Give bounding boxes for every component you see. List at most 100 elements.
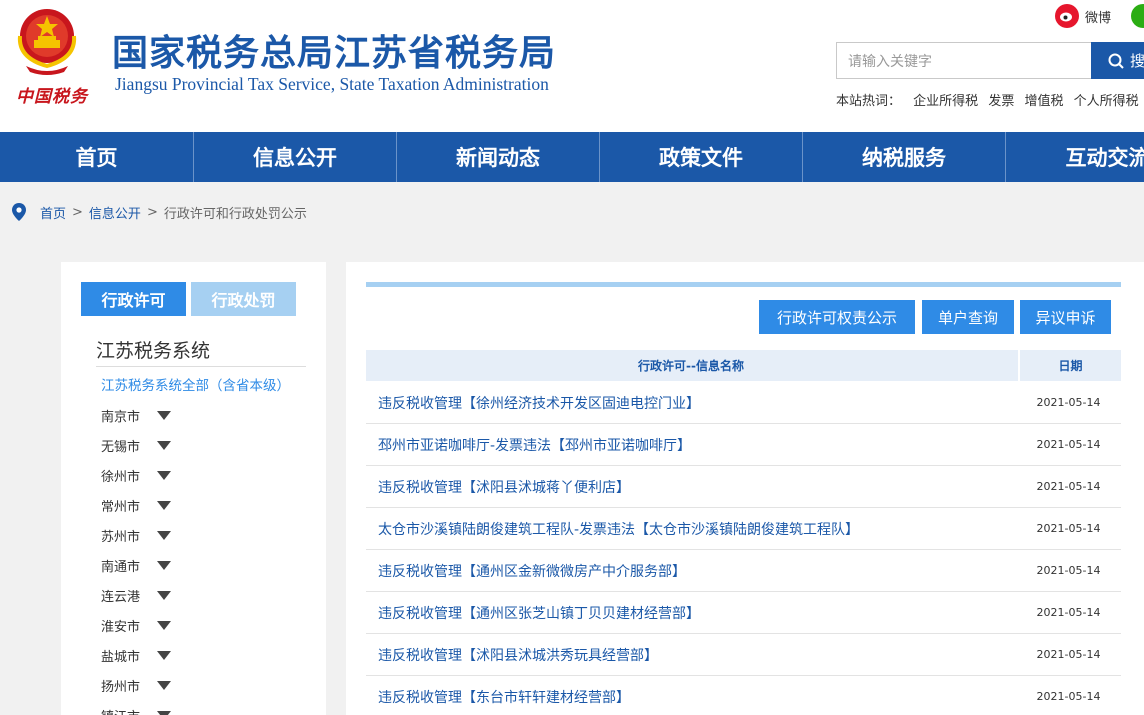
nav-item-info-disclosure[interactable]: 信息公开 xyxy=(194,132,397,182)
record-title-link[interactable]: 违反税收管理【通州区金新微微房产中介服务部】 xyxy=(366,561,1016,581)
breadcrumb-separator: > xyxy=(72,204,83,220)
hot-word-link[interactable]: 个人所得税 xyxy=(1074,94,1139,109)
city-name: 淮安市 xyxy=(101,619,141,635)
city-list: 南京市 无锡市 徐州市 常州市 苏州市 南通市 连云港 淮安市 盐城市 扬州市 … xyxy=(101,400,171,715)
city-item-wuxi[interactable]: 无锡市 xyxy=(101,430,171,460)
location-pin-icon xyxy=(12,203,26,221)
tab-admin-penalty[interactable]: 行政处罚 xyxy=(191,282,296,316)
city-name: 南通市 xyxy=(101,559,141,575)
column-header-name: 行政许可--信息名称 xyxy=(638,359,744,373)
city-name: 盐城市 xyxy=(101,649,141,665)
nav-item-policy[interactable]: 政策文件 xyxy=(600,132,803,182)
weibo-icon xyxy=(1055,4,1079,28)
tab-admin-license[interactable]: 行政许可 xyxy=(81,282,186,316)
record-list: 违反税收管理【徐州经济技术开发区固迪电控门业】 2021-05-14 邳州市亚诺咖… xyxy=(366,382,1121,715)
caret-down-icon[interactable] xyxy=(157,680,171,690)
caret-down-icon[interactable] xyxy=(157,620,171,630)
breadcrumb-separator: > xyxy=(146,204,158,220)
record-date: 2021-05-14 xyxy=(1036,564,1101,577)
record-date: 2021-05-14 xyxy=(1036,480,1101,493)
city-name: 徐州市 xyxy=(101,469,141,485)
table-row: 违反税收管理【沭阳县沭城洪秀玩具经营部】 2021-05-14 xyxy=(366,634,1121,676)
record-title-link[interactable]: 违反税收管理【东台市轩轩建材经营部】 xyxy=(366,687,1016,707)
record-title-link[interactable]: 违反税收管理【徐州经济技术开发区固迪电控门业】 xyxy=(366,393,1016,413)
hot-word-link[interactable]: 发票 xyxy=(988,94,1014,109)
section-title: 江苏税务系统 xyxy=(96,340,211,362)
hot-word-link[interactable]: 企业所得税 xyxy=(913,94,978,109)
caret-down-icon[interactable] xyxy=(157,500,171,510)
main-content: 行政许可权责公示 单户查询 异议申诉 行政许可--信息名称 日期 违反税收管理【… xyxy=(346,262,1144,715)
site-header: 中国税务 国家税务总局江苏省税务局 Jiangsu Provincial Tax… xyxy=(0,0,1144,132)
city-item-zhenjiang[interactable]: 镇江市 xyxy=(101,700,171,715)
city-item-xuzhou[interactable]: 徐州市 xyxy=(101,460,171,490)
city-name: 常州市 xyxy=(101,499,141,515)
national-emblem-icon xyxy=(17,9,77,75)
license-duties-button[interactable]: 行政许可权责公示 xyxy=(759,300,915,334)
caret-down-icon[interactable] xyxy=(157,470,171,480)
city-item-nantong[interactable]: 南通市 xyxy=(101,550,171,580)
caret-down-icon[interactable] xyxy=(157,650,171,660)
site-title: 国家税务总局江苏省税务局 xyxy=(112,33,557,74)
caret-down-icon[interactable] xyxy=(157,410,171,420)
brand-script-logo: 中国税务 xyxy=(16,87,88,107)
main-nav: 首页 信息公开 新闻动态 政策文件 纳税服务 互动交流 xyxy=(0,132,1144,182)
weibo-link[interactable]: 微博 xyxy=(1055,4,1111,28)
objection-appeal-button[interactable]: 异议申诉 xyxy=(1020,300,1111,334)
city-item-lianyungang[interactable]: 连云港 xyxy=(101,580,171,610)
city-item-nanjing[interactable]: 南京市 xyxy=(101,400,171,430)
city-name: 扬州市 xyxy=(101,679,141,695)
column-header-date: 日期 xyxy=(1018,350,1121,381)
city-name: 无锡市 xyxy=(101,439,141,455)
hot-words-label: 本站热词： xyxy=(836,94,902,109)
section-divider xyxy=(96,366,306,367)
table-row: 违反税收管理【通州区金新微微房产中介服务部】 2021-05-14 xyxy=(366,550,1121,592)
caret-down-icon[interactable] xyxy=(157,590,171,600)
city-item-yancheng[interactable]: 盐城市 xyxy=(101,640,171,670)
nav-item-interaction[interactable]: 互动交流 xyxy=(1006,132,1144,182)
table-row: 太仓市沙溪镇陆朗俊建筑工程队-发票违法【太仓市沙溪镇陆朗俊建筑工程队】 2021-… xyxy=(366,508,1121,550)
search-input[interactable] xyxy=(836,42,1092,79)
weibo-label: 微博 xyxy=(1085,10,1112,26)
all-system-link[interactable]: 江苏税务系统全部（含省本级） xyxy=(101,374,290,394)
city-item-changzhou[interactable]: 常州市 xyxy=(101,490,171,520)
single-query-button[interactable]: 单户查询 xyxy=(922,300,1014,334)
city-item-huaian[interactable]: 淮安市 xyxy=(101,610,171,640)
record-title-link[interactable]: 违反税收管理【沭阳县沭城蒋丫便利店】 xyxy=(366,477,1016,497)
city-name: 镇江市 xyxy=(101,706,157,715)
search-icon xyxy=(1108,53,1124,69)
record-date: 2021-05-14 xyxy=(1036,690,1101,703)
nav-item-home[interactable]: 首页 xyxy=(0,132,194,182)
record-date: 2021-05-14 xyxy=(1036,648,1101,661)
table-header: 行政许可--信息名称 日期 xyxy=(366,350,1121,381)
city-name: 苏州市 xyxy=(101,529,141,545)
table-row: 违反税收管理【沭阳县沭城蒋丫便利店】 2021-05-14 xyxy=(366,466,1121,508)
city-item-suzhou[interactable]: 苏州市 xyxy=(101,520,171,550)
breadcrumb: 首页 > 信息公开 > 行政许可和行政处罚公示 xyxy=(0,182,1144,242)
nav-item-news[interactable]: 新闻动态 xyxy=(397,132,600,182)
search-button-label: 搜 xyxy=(1130,52,1144,70)
record-date: 2021-05-14 xyxy=(1036,438,1101,451)
wechat-icon[interactable] xyxy=(1131,4,1144,28)
city-name: 南京市 xyxy=(101,409,141,425)
table-row: 邳州市亚诺咖啡厅-发票违法【邳州市亚诺咖啡厅】 2021-05-14 xyxy=(366,424,1121,466)
table-row: 违反税收管理【徐州经济技术开发区固迪电控门业】 2021-05-14 xyxy=(366,382,1121,424)
record-date: 2021-05-14 xyxy=(1036,606,1101,619)
caret-down-icon[interactable] xyxy=(157,440,171,450)
table-row: 违反税收管理【东台市轩轩建材经营部】 2021-05-14 xyxy=(366,676,1121,715)
breadcrumb-current: 行政许可和行政处罚公示 xyxy=(163,206,307,222)
city-item-yangzhou[interactable]: 扬州市 xyxy=(101,670,171,700)
breadcrumb-info-link[interactable]: 信息公开 xyxy=(89,203,141,222)
caret-down-icon[interactable] xyxy=(157,560,171,570)
record-title-link[interactable]: 违反税收管理【通州区张芝山镇丁贝贝建材经营部】 xyxy=(366,603,1016,623)
breadcrumb-home-link[interactable]: 首页 xyxy=(40,203,66,222)
caret-down-icon[interactable] xyxy=(157,710,171,715)
record-title-link[interactable]: 邳州市亚诺咖啡厅-发票违法【邳州市亚诺咖啡厅】 xyxy=(366,435,1016,455)
caret-down-icon[interactable] xyxy=(157,530,171,540)
record-title-link[interactable]: 太仓市沙溪镇陆朗俊建筑工程队-发票违法【太仓市沙溪镇陆朗俊建筑工程队】 xyxy=(366,519,1016,539)
hot-word-link[interactable]: 增值税 xyxy=(1024,94,1063,109)
section-top-bar xyxy=(366,282,1121,287)
search-button[interactable]: 搜 xyxy=(1091,42,1144,79)
table-row: 违反税收管理【通州区张芝山镇丁贝贝建材经营部】 2021-05-14 xyxy=(366,592,1121,634)
record-title-link[interactable]: 违反税收管理【沭阳县沭城洪秀玩具经营部】 xyxy=(366,645,1016,665)
nav-item-tax-service[interactable]: 纳税服务 xyxy=(803,132,1006,182)
